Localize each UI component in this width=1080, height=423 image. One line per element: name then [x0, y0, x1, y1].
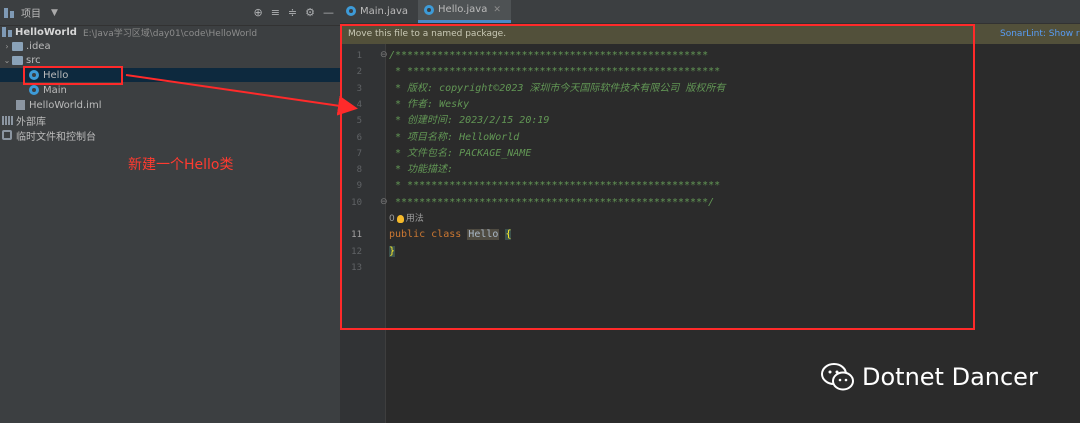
- locate-icon[interactable]: ⊕: [253, 6, 262, 19]
- iml-file-icon: [16, 100, 25, 110]
- watermark: Dotnet Dancer: [820, 362, 1038, 392]
- tree-item-label: HelloWorld.iml: [29, 99, 102, 111]
- folder-icon: [12, 41, 23, 51]
- tree-item-label: src: [26, 54, 41, 66]
- java-class-icon: [29, 85, 39, 95]
- wechat-icon: [821, 363, 854, 391]
- root-path: E:\Java学习区域\day01\code\HelloWorld: [82, 28, 258, 39]
- java-class-icon: [424, 4, 435, 15]
- java-class-icon: [346, 6, 356, 16]
- panel-toolbar: ⊕ ≡ ≑ ⚙ —: [253, 6, 340, 19]
- sonarlint-link[interactable]: SonarLint: Show ru: [1000, 24, 1080, 44]
- tree-item-label: 外部库: [16, 116, 46, 128]
- tree-item-external-libraries[interactable]: 外部库: [0, 113, 340, 128]
- tab-label: Main.java: [360, 5, 409, 17]
- project-panel-title[interactable]: 项目: [21, 5, 41, 20]
- tab-label: Hello.java: [438, 4, 488, 15]
- expand-all-icon[interactable]: ≡: [271, 6, 280, 19]
- scratch-icon: [2, 130, 12, 140]
- library-icon: [2, 115, 13, 125]
- highlight-box-editor: [340, 24, 975, 330]
- folder-icon: [12, 55, 23, 65]
- editor-tabs: Main.java Hello.java ✕: [340, 0, 1080, 24]
- highlight-box-hello: [23, 66, 123, 85]
- annotation-text: 新建一个Hello类: [128, 157, 234, 173]
- project-panel-header: 项目 ▼ ⊕ ≡ ≑ ⚙ —: [0, 0, 340, 26]
- collapse-all-icon[interactable]: ≑: [288, 6, 297, 19]
- tree-item-main[interactable]: Main: [0, 83, 340, 97]
- tree-item-src[interactable]: ⌄ src: [0, 53, 340, 67]
- chevron-down-icon[interactable]: ⌄: [2, 56, 12, 65]
- chevron-right-icon[interactable]: ›: [2, 42, 12, 51]
- close-icon[interactable]: ✕: [493, 5, 501, 15]
- tree-item-iml[interactable]: HelloWorld.iml: [0, 98, 340, 112]
- editor-area: Main.java Hello.java ✕ Move this file to…: [340, 0, 1080, 423]
- tree-item-label: 临时文件和控制台: [16, 131, 96, 143]
- tab-hello-java[interactable]: Hello.java ✕: [418, 0, 511, 23]
- gear-icon[interactable]: ⚙: [305, 6, 315, 19]
- project-panel: 项目 ▼ ⊕ ≡ ≑ ⚙ — HelloWorld E:\Java学习区域\da…: [0, 0, 340, 423]
- watermark-text: Dotnet Dancer: [862, 363, 1038, 391]
- chevron-down-icon[interactable]: ▼: [51, 8, 58, 18]
- tree-item-label: HelloWorld: [15, 26, 77, 38]
- module-icon: [2, 27, 12, 37]
- project-view-icon: [4, 7, 14, 18]
- tab-main-java[interactable]: Main.java: [340, 0, 418, 23]
- hide-icon[interactable]: —: [323, 6, 334, 19]
- tree-item-idea[interactable]: › .idea: [0, 39, 340, 53]
- tree-item-root[interactable]: HelloWorld E:\Java学习区域\day01\code\HelloW…: [0, 25, 340, 39]
- tree-item-label: Main: [43, 84, 67, 96]
- tree-item-scratches[interactable]: 临时文件和控制台: [0, 128, 340, 143]
- tree-item-label: .idea: [26, 40, 51, 52]
